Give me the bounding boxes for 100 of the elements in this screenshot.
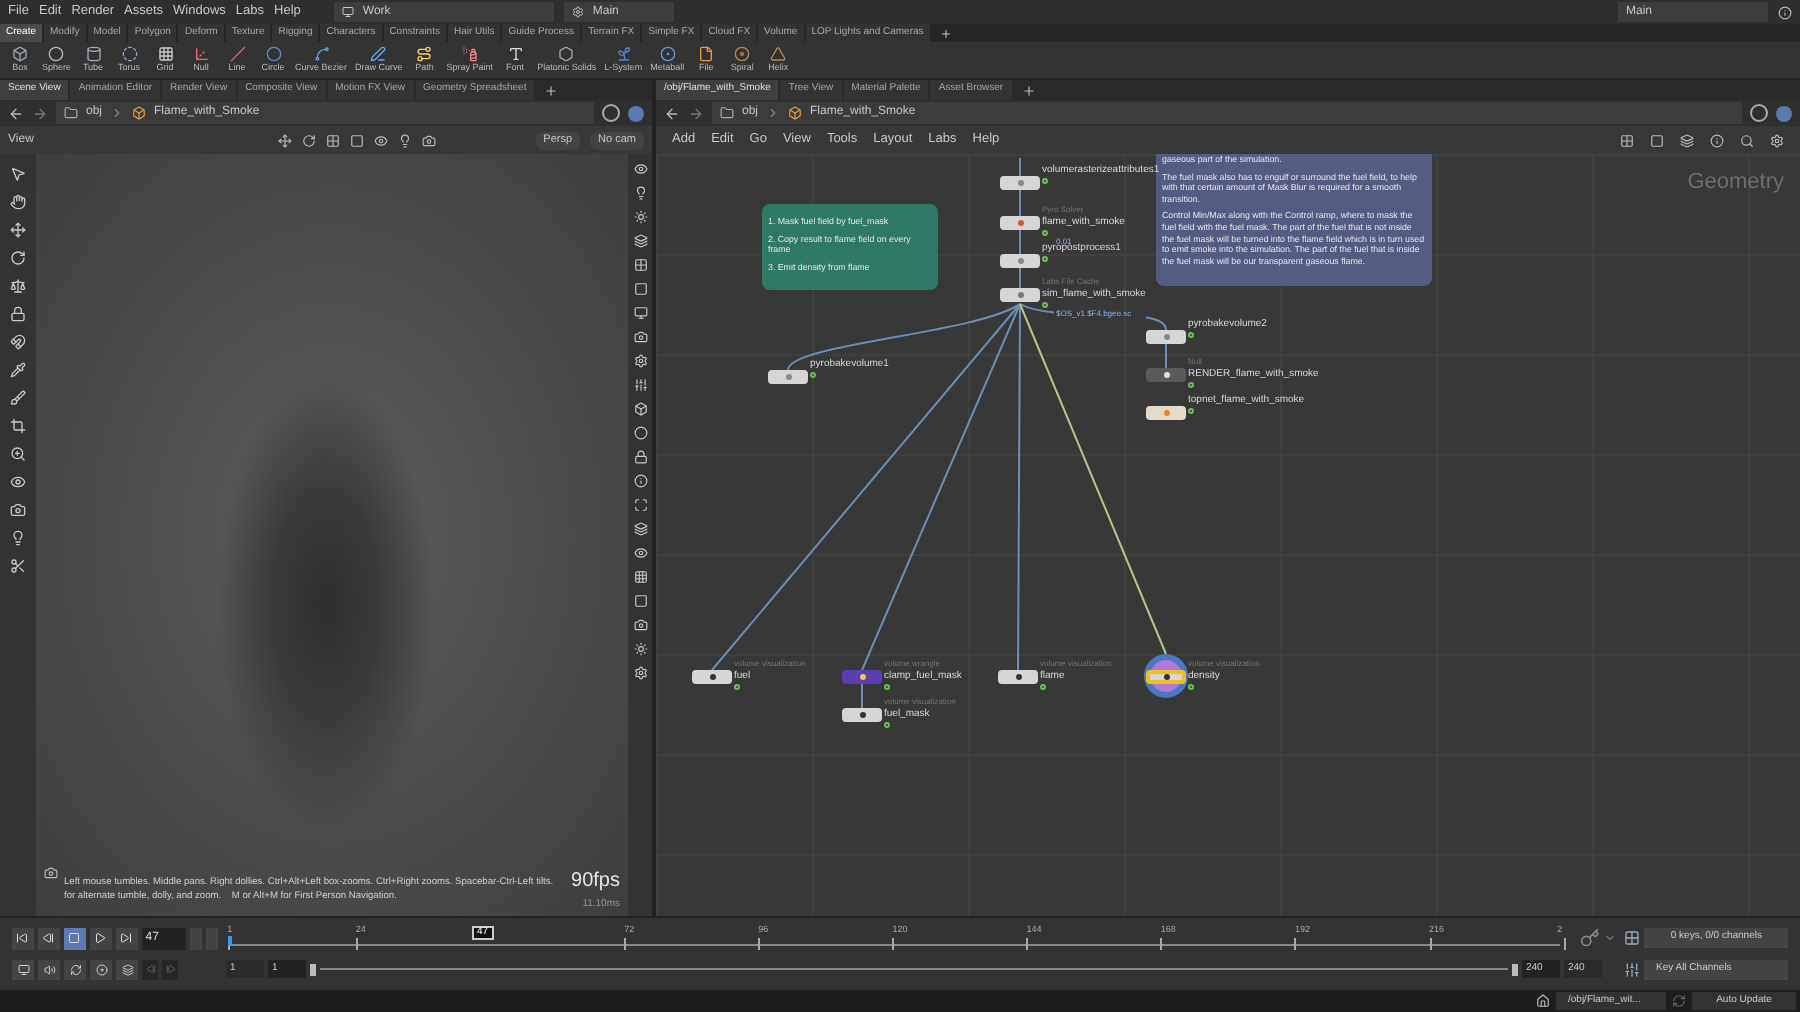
- node[interactable]: [1000, 216, 1040, 230]
- sticky-note[interactable]: [1156, 154, 1432, 286]
- caret-icon[interactable]: [1604, 932, 1617, 944]
- circle-icon[interactable]: [633, 426, 647, 440]
- refresh-icon[interactable]: [1672, 994, 1686, 1008]
- view-option-icon[interactable]: [277, 133, 292, 147]
- layers-icon[interactable]: [633, 522, 647, 536]
- scissors-icon[interactable]: [10, 558, 26, 574]
- key-icon[interactable]: [1580, 928, 1601, 948]
- node[interactable]: [1146, 368, 1186, 382]
- timeline-option-button[interactable]: [12, 959, 34, 979]
- graph-icon[interactable]: [1624, 930, 1641, 946]
- pin-button[interactable]: [1750, 104, 1768, 122]
- brush-icon[interactable]: [10, 390, 26, 406]
- settings-icon[interactable]: [633, 354, 647, 368]
- range-handle[interactable]: [310, 963, 316, 975]
- help-icon[interactable]: [1778, 5, 1792, 19]
- view-option-icon[interactable]: [349, 133, 364, 147]
- view-option-icon[interactable]: [421, 133, 436, 147]
- forward-icon[interactable]: [32, 105, 48, 121]
- timeline-option-button[interactable]: [116, 959, 138, 979]
- camera-icon[interactable]: [633, 618, 647, 632]
- monitor-icon[interactable]: [633, 306, 647, 320]
- pointer-icon[interactable]: [10, 166, 26, 182]
- node[interactable]: [1146, 330, 1186, 344]
- link-button[interactable]: [1776, 105, 1792, 121]
- layers-icon[interactable]: [633, 234, 647, 248]
- move-icon[interactable]: [10, 222, 26, 238]
- eye-icon[interactable]: [633, 546, 647, 560]
- node[interactable]: [692, 670, 732, 684]
- camera-icon[interactable]: [10, 502, 26, 518]
- sliders-icon[interactable]: [633, 378, 647, 392]
- magnet-icon[interactable]: [10, 334, 26, 350]
- square-icon[interactable]: [633, 282, 647, 296]
- pipette-icon[interactable]: [10, 362, 26, 378]
- cube-icon[interactable]: [633, 402, 647, 416]
- network-tool-icon[interactable]: [1740, 133, 1754, 147]
- grid-icon[interactable]: [633, 258, 647, 272]
- view-option-icon[interactable]: [301, 133, 316, 147]
- rotate-icon[interactable]: [10, 250, 26, 266]
- maximize-icon[interactable]: [633, 498, 647, 512]
- eye-icon[interactable]: [633, 162, 647, 176]
- node[interactable]: [998, 670, 1038, 684]
- network-tool-icon[interactable]: [1620, 133, 1634, 147]
- fps-readout: 90fps: [571, 868, 620, 896]
- flag-icon: [884, 684, 890, 690]
- network-tool-icon[interactable]: [1680, 133, 1694, 147]
- range-handle[interactable]: [1512, 963, 1518, 975]
- info-icon[interactable]: [633, 474, 647, 488]
- channels-icon[interactable]: [1624, 961, 1640, 977]
- lock-icon[interactable]: [10, 306, 26, 322]
- forward-icon[interactable]: [688, 105, 704, 121]
- playback-button[interactable]: [12, 927, 34, 949]
- hand-icon[interactable]: [10, 194, 26, 210]
- pin-button[interactable]: [602, 104, 620, 122]
- scale-icon[interactable]: [10, 278, 26, 294]
- node[interactable]: [1000, 288, 1040, 302]
- playback-button[interactable]: [37, 927, 60, 949]
- network-canvas[interactable]: [656, 154, 1800, 916]
- lock-icon[interactable]: [633, 450, 647, 464]
- eye-icon[interactable]: [10, 474, 26, 490]
- node[interactable]: [1000, 254, 1040, 268]
- view-option-icon[interactable]: [397, 133, 412, 147]
- sun-icon[interactable]: [633, 210, 647, 224]
- option-icon: [17, 963, 29, 975]
- zoom-icon[interactable]: [10, 446, 26, 462]
- timeline-option-button[interactable]: [90, 959, 112, 979]
- view-option-icon[interactable]: [325, 133, 340, 147]
- grid-icon[interactable]: [633, 570, 647, 584]
- link-button[interactable]: [628, 105, 644, 121]
- add-tab-icon[interactable]: [1021, 83, 1036, 97]
- settings-icon[interactable]: [633, 666, 647, 680]
- node[interactable]: [842, 708, 882, 722]
- playback-button[interactable]: [115, 927, 138, 949]
- node[interactable]: [842, 670, 882, 684]
- light-icon[interactable]: [633, 186, 647, 200]
- back-icon[interactable]: [664, 105, 680, 121]
- add-tab-icon[interactable]: [544, 83, 559, 97]
- node[interactable]: [1146, 406, 1186, 420]
- playback-button[interactable]: [89, 927, 112, 949]
- crop-icon[interactable]: [10, 418, 26, 434]
- back-icon[interactable]: [8, 105, 24, 121]
- add-tab-icon[interactable]: [939, 27, 952, 39]
- timeline-option-button[interactable]: [38, 959, 60, 979]
- camera-icon[interactable]: [633, 330, 647, 344]
- network-tool-icon[interactable]: [1650, 133, 1664, 147]
- node[interactable]: [1000, 176, 1040, 190]
- camera-icon[interactable]: [44, 866, 58, 880]
- light-icon[interactable]: [10, 530, 26, 546]
- sun-icon[interactable]: [633, 642, 647, 656]
- network-tool-icon[interactable]: [1770, 133, 1784, 147]
- axis-icon: [193, 46, 210, 62]
- node[interactable]: [768, 370, 808, 384]
- playback-button[interactable]: [63, 927, 86, 949]
- square-icon[interactable]: [633, 594, 647, 608]
- home-icon[interactable]: [1536, 994, 1550, 1008]
- view-option-icon[interactable]: [373, 133, 388, 147]
- timeline-option-button[interactable]: [64, 959, 86, 979]
- node[interactable]: [1146, 670, 1186, 684]
- network-tool-icon[interactable]: [1710, 133, 1724, 147]
